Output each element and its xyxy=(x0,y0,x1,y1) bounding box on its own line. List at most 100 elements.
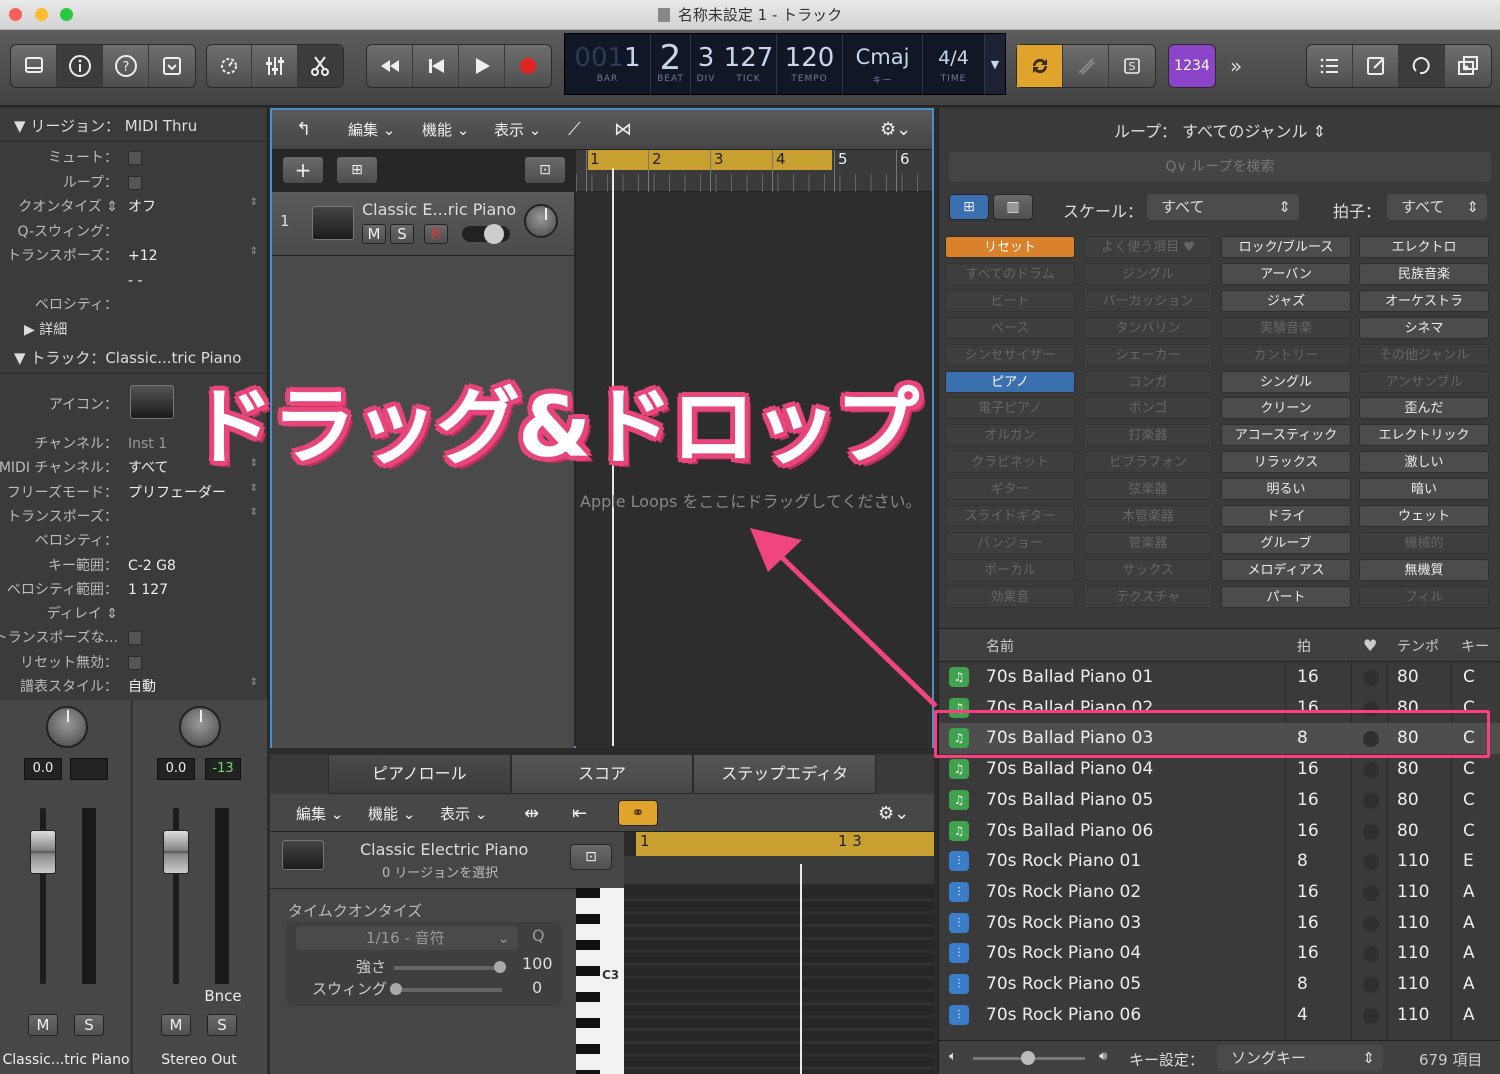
keyword-button[interactable]: 歪んだ xyxy=(1359,397,1489,420)
keyword-button[interactable]: ピアノ xyxy=(945,370,1075,393)
param-checkbox[interactable] xyxy=(128,655,142,670)
loop-row[interactable]: ⫶ 70s Rock Piano 03 16 110 A xyxy=(939,908,1500,939)
keyword-button[interactable]: スライドギター xyxy=(945,505,1075,527)
favorite-checkbox[interactable] xyxy=(1363,977,1379,993)
keyword-button[interactable]: サックス xyxy=(1083,558,1213,581)
editor-collapse-button[interactable]: ⊡ xyxy=(570,844,612,870)
timeline-ruler[interactable]: 1 2 3 4 5 6 xyxy=(576,150,932,192)
loop-browser-button[interactable] xyxy=(1399,45,1445,87)
library-button[interactable] xyxy=(11,45,57,87)
tracks-menu-view[interactable]: 表示 ⌄ xyxy=(494,119,541,140)
keyword-button[interactable]: シェーカー xyxy=(1083,343,1213,366)
track-record-button[interactable]: R xyxy=(424,224,448,244)
editor-cycle-area[interactable] xyxy=(636,832,934,856)
keyword-button[interactable]: 打楽器 xyxy=(1083,424,1213,447)
quantize-value-select[interactable]: 1/16 - 音符 ⌄ xyxy=(296,926,518,950)
gear-icon[interactable]: ⚙⌄ xyxy=(880,119,911,140)
param-value[interactable]: 1 127 xyxy=(128,578,168,602)
keyword-button[interactable]: コンガ xyxy=(1083,370,1213,393)
play-button[interactable] xyxy=(459,45,505,87)
slider-thumb[interactable] xyxy=(1021,1051,1035,1065)
keyword-button[interactable]: その他ジャンル xyxy=(1359,343,1489,366)
keyword-button[interactable]: 明るい xyxy=(1221,478,1351,501)
keyword-button[interactable]: シングル xyxy=(1221,370,1351,393)
minimize-window-button[interactable] xyxy=(35,8,48,21)
duplicate-track-button[interactable]: ⊞ xyxy=(336,156,378,184)
volume-fader-knob[interactable] xyxy=(163,830,189,874)
pan-knob[interactable] xyxy=(179,706,221,748)
toolbar-button[interactable] xyxy=(149,45,195,87)
favorite-checkbox[interactable] xyxy=(1363,823,1379,840)
keyword-button[interactable]: オーケストラ xyxy=(1359,289,1489,312)
keyword-button[interactable]: シンセサイザー xyxy=(945,343,1075,366)
keyword-button[interactable]: ジングル xyxy=(1083,262,1213,285)
track-volume-slider[interactable] xyxy=(462,224,510,244)
keyword-button[interactable]: ギター xyxy=(945,478,1075,501)
gear-icon[interactable]: ⚙⌄ xyxy=(878,803,909,824)
collapse-icon[interactable]: ⇹ xyxy=(524,803,539,824)
favorite-checkbox[interactable] xyxy=(1363,792,1379,809)
keyword-button[interactable]: リセット xyxy=(945,236,1075,258)
keyword-button[interactable]: クリーン xyxy=(1221,397,1351,420)
keyword-button[interactable]: フィル xyxy=(1359,585,1489,608)
editor-menu-functions[interactable]: 機能 ⌄ xyxy=(368,803,415,824)
strip-mute-button[interactable]: M xyxy=(161,1014,191,1036)
align-icon[interactable]: ⇤ xyxy=(572,803,587,824)
stepper-icon[interactable]: ⇕ xyxy=(250,197,258,209)
keyword-button[interactable]: ドライ xyxy=(1221,505,1351,527)
favorite-checkbox[interactable] xyxy=(1363,915,1379,932)
piano-roll-grid[interactable]: 1 1 3 xyxy=(624,832,934,1074)
column-key[interactable]: キー xyxy=(1461,636,1489,656)
tab-piano-roll[interactable]: ピアノロール xyxy=(328,754,511,794)
keyword-button[interactable]: アンサンブル xyxy=(1359,370,1489,393)
keyword-button[interactable]: 木管楽器 xyxy=(1083,505,1213,527)
flex-icon[interactable]: ⋈ xyxy=(614,119,632,140)
preview-volume-slider[interactable] xyxy=(973,1051,1085,1065)
keyword-button[interactable]: ビート xyxy=(945,289,1075,312)
add-track-button[interactable]: + xyxy=(282,156,324,184)
keyword-button[interactable]: ビブラフォン xyxy=(1083,451,1213,474)
keyword-button[interactable]: クラビネット xyxy=(945,451,1075,474)
favorite-checkbox[interactable] xyxy=(1363,946,1379,963)
keyword-button[interactable]: すべてのドラム xyxy=(945,262,1075,285)
track-header-menu-button[interactable]: ⊡ xyxy=(524,156,566,184)
keyword-button[interactable]: ロック/ブルース xyxy=(1221,236,1351,258)
loop-row[interactable]: ⫶ 70s Rock Piano 05 8 110 A xyxy=(939,969,1500,1000)
column-view-toggle[interactable]: ▥ xyxy=(993,194,1033,220)
favorite-checkbox[interactable] xyxy=(1363,1007,1379,1024)
stepper-icon[interactable]: ⇕ xyxy=(250,246,258,258)
column-name[interactable]: 名前 xyxy=(986,636,1014,656)
swing-slider[interactable] xyxy=(390,983,502,995)
loop-row[interactable]: ♫ 70s Ballad Piano 06 16 80 C xyxy=(939,816,1500,847)
volume-readout[interactable]: 0.0 xyxy=(24,758,62,780)
keyword-button[interactable]: パート xyxy=(1221,585,1351,608)
pan-knob[interactable] xyxy=(46,706,88,748)
region-inspector-header[interactable]: ▼ リージョン： MIDI Thru xyxy=(0,110,266,142)
editor-menu-edit[interactable]: 編集 ⌄ xyxy=(296,803,343,824)
keyword-button[interactable]: ボーカル xyxy=(945,558,1075,581)
signature-select[interactable]: すべて ⇕ xyxy=(1387,194,1487,220)
lcd-key[interactable]: Cmaj キー xyxy=(843,34,923,94)
pan-readout[interactable] xyxy=(70,758,108,780)
scale-select[interactable]: すべて ⇕ xyxy=(1147,194,1299,220)
stepper-icon[interactable]: ⇕ xyxy=(250,507,258,519)
lcd-time-signature[interactable]: 4/4 TIME xyxy=(923,34,985,94)
param-checkbox[interactable] xyxy=(128,175,142,190)
param-value[interactable]: +12 xyxy=(128,244,158,268)
param-value[interactable]: すべて xyxy=(128,456,168,480)
go-to-beginning-button[interactable] xyxy=(413,45,459,87)
keyword-button[interactable]: ベース xyxy=(945,316,1075,339)
keyword-button[interactable]: 電子ピアノ xyxy=(945,397,1075,420)
keyword-button[interactable]: 機械的 xyxy=(1359,531,1489,554)
quantize-q-button[interactable]: Q xyxy=(532,926,545,945)
strip-solo-button[interactable]: S xyxy=(74,1014,104,1036)
column-tempo[interactable]: テンポ xyxy=(1397,636,1439,656)
keyword-button[interactable]: オルガン xyxy=(945,424,1075,447)
piano-icon[interactable] xyxy=(130,385,174,419)
keyword-button[interactable]: ウェット xyxy=(1359,505,1489,527)
keyword-button[interactable]: シネマ xyxy=(1359,316,1489,339)
stepper-icon[interactable]: ⇕ xyxy=(250,483,258,495)
cycle-button[interactable] xyxy=(1017,45,1063,87)
loop-row[interactable]: ⫶ 70s Rock Piano 01 8 110 E xyxy=(939,846,1500,877)
tab-score[interactable]: スコア xyxy=(510,754,694,794)
